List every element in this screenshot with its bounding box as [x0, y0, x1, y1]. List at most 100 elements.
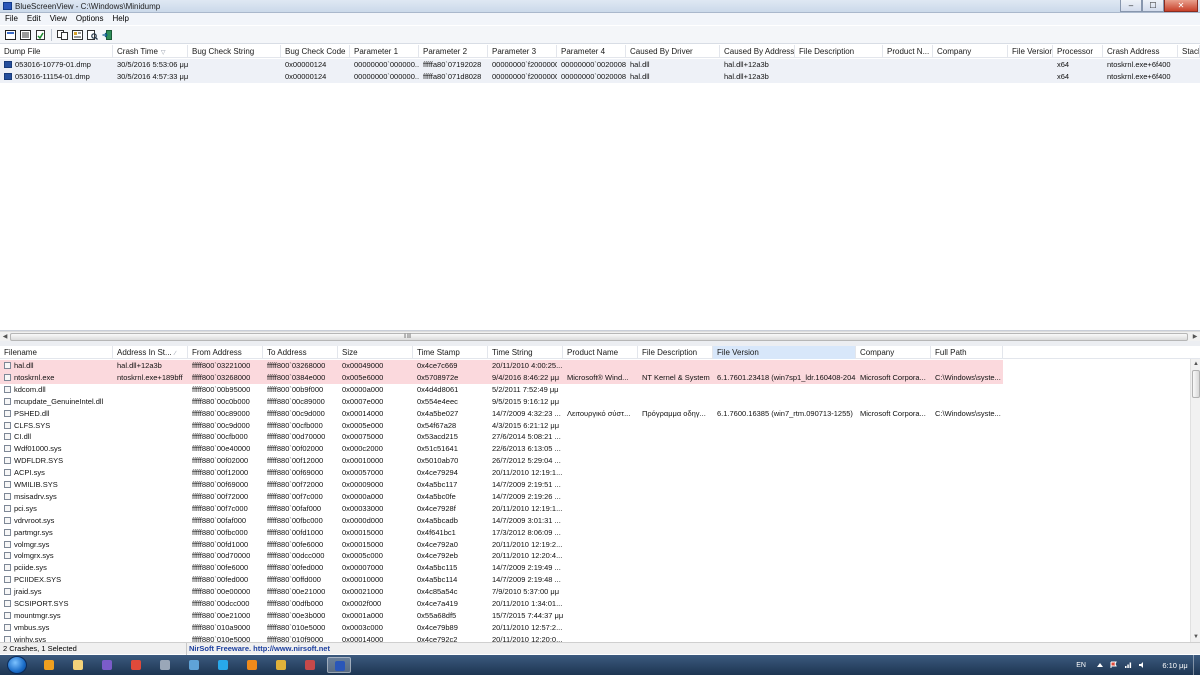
exit-icon[interactable] — [101, 29, 114, 41]
driver-row[interactable]: ntoskrnl.exe ntoskrnl.exe+189bff fffff800`… — [0, 371, 1003, 384]
menu-edit[interactable]: Edit — [22, 13, 45, 25]
column-header[interactable]: Caused By Address — [720, 45, 795, 58]
driver-row[interactable]: kdcom.dll fffff800`00b95000 fffff800`00b9f… — [0, 384, 1003, 396]
column-header[interactable]: Address In St... ∕ — [113, 346, 188, 359]
taskbar-app[interactable] — [153, 657, 177, 673]
column-header[interactable]: Processor — [1053, 45, 1103, 58]
driver-row[interactable]: hal.dll hal.dll+12a3b fffff800`03221000 fff… — [0, 360, 1003, 372]
column-header[interactable]: Company — [856, 346, 931, 359]
column-header[interactable]: Size — [338, 346, 413, 359]
driver-row[interactable]: mountmgr.sys fffff880`00e21000 fffff880`00… — [0, 610, 1003, 622]
taskbar-app[interactable] — [240, 657, 264, 673]
column-header[interactable]: From Address — [188, 346, 263, 359]
column-header[interactable]: Parameter 1 — [350, 45, 419, 58]
menu-options[interactable]: Options — [71, 13, 108, 25]
driver-row[interactable]: partmgr.sys fffff880`00fbc000 fffff880`00f… — [0, 527, 1003, 539]
taskbar-app[interactable] — [211, 657, 235, 673]
column-header[interactable]: Parameter 4 — [557, 45, 626, 58]
taskbar-app[interactable] — [327, 657, 351, 673]
column-header[interactable]: Product N... — [883, 45, 933, 58]
vertical-scrollbar[interactable]: ▲ ▼ — [1190, 359, 1200, 642]
driver-row[interactable]: vmbus.sys fffff880`010a9000 fffff880`010e5… — [0, 622, 1003, 634]
report-icon[interactable] — [71, 29, 84, 41]
crash-row[interactable]: 053016-10779-01.dmp 30/5/2016 5:53:06 μμ 0… — [0, 59, 1200, 71]
nirsoft-link[interactable]: NirSoft Freeware. http://www.nirsoft.net — [189, 644, 330, 653]
column-header[interactable]: Time Stamp — [413, 346, 488, 359]
driver-row[interactable]: mcupdate_GenuineIntel.dll fffff880`00c0b0… — [0, 396, 1003, 408]
column-header[interactable]: Dump File — [0, 45, 113, 58]
column-header[interactable]: Full Path — [931, 346, 1003, 359]
driver-row[interactable]: vdrvroot.sys fffff880`00faf000 fffff880`00… — [0, 515, 1003, 527]
column-header[interactable]: Crash Time ▽ — [113, 45, 188, 58]
flag-icon[interactable] — [1110, 661, 1118, 669]
start-button[interactable] — [7, 656, 27, 674]
tray-arrow-icon[interactable] — [1096, 661, 1104, 669]
minimize-button[interactable]: ‒ — [1120, 0, 1142, 12]
column-header[interactable]: To Address — [263, 346, 338, 359]
maximize-button[interactable]: ☐ — [1142, 0, 1164, 12]
network-icon[interactable] — [1124, 661, 1132, 669]
menu-help[interactable]: Help — [107, 13, 132, 25]
refresh-icon[interactable] — [34, 29, 47, 41]
show-desktop-button[interactable] — [1193, 655, 1200, 675]
column-header[interactable]: File Version — [1008, 45, 1053, 58]
taskbar-app[interactable] — [124, 657, 148, 673]
column-header[interactable]: File Version — [713, 346, 856, 359]
copy-icon[interactable] — [56, 29, 69, 41]
taskbar-app[interactable] — [298, 657, 322, 673]
driver-row[interactable]: CLFS.SYS fffff880`00c9d000 fffff880`00cfb0… — [0, 420, 1003, 432]
column-header[interactable]: Crash Address — [1103, 45, 1178, 58]
column-header[interactable]: File Description — [638, 346, 713, 359]
column-header[interactable]: Stack — [1178, 45, 1200, 58]
driver-row[interactable]: WMILIB.SYS fffff880`00f69000 fffff880`00f7… — [0, 479, 1003, 491]
close-button[interactable]: ✕ — [1164, 0, 1198, 12]
cell-text: mountmgr.sys — [14, 610, 61, 620]
driver-row[interactable]: volmgrx.sys fffff880`00d70000 fffff880`00d… — [0, 550, 1003, 562]
taskbar-app[interactable] — [66, 657, 90, 673]
column-header[interactable]: Time String — [488, 346, 563, 359]
driver-row[interactable]: winhv.sys fffff880`010e5000 fffff880`010f9… — [0, 634, 1003, 642]
driver-row[interactable]: SCSIPORT.SYS fffff880`00dcc000 fffff880`00… — [0, 598, 1003, 610]
driver-list[interactable]: Filename Address In St... ∕ From Address To … — [0, 346, 1200, 642]
taskbar-app[interactable] — [95, 657, 119, 673]
column-header[interactable]: Filename — [0, 346, 113, 359]
clock[interactable]: 6:10 μμ — [1158, 661, 1192, 670]
crash-row[interactable]: 053016-11154-01.dmp 30/5/2016 4:57:33 μμ 0… — [0, 71, 1200, 83]
language-indicator[interactable]: EN — [1076, 662, 1086, 669]
column-header[interactable]: Caused By Driver — [626, 45, 720, 58]
column-header-label: Time String — [492, 348, 533, 357]
horizontal-scrollbar[interactable]: ◀ ‖‖‖ ▶ — [0, 331, 1200, 341]
column-header[interactable]: File Description — [795, 45, 883, 58]
column-header[interactable]: Company — [933, 45, 1008, 58]
driver-row[interactable]: ACPI.sys fffff880`00f12000 fffff880`00f690… — [0, 467, 1003, 479]
taskbar-app[interactable] — [269, 657, 293, 673]
taskbar-app[interactable] — [37, 657, 61, 673]
taskbar-app[interactable] — [182, 657, 206, 673]
menu-view[interactable]: View — [45, 13, 71, 25]
driver-row[interactable]: PSHED.dll fffff880`00c89000 fffff880`00c9d… — [0, 408, 1003, 420]
driver-row[interactable]: pciide.sys fffff880`00fe6000 fffff880`00fe… — [0, 562, 1003, 574]
column-header[interactable]: Product Name — [563, 346, 638, 359]
driver-row[interactable]: CI.dll fffff880`00cfb000 fffff880`00d70000… — [0, 431, 1003, 443]
crash-list[interactable]: Dump File Crash Time ▽ Bug Check String Bug … — [0, 45, 1200, 331]
column-header[interactable]: Parameter 2 — [419, 45, 488, 58]
driver-row[interactable]: WDFLDR.SYS fffff880`00f02000 fffff880`00f1… — [0, 455, 1003, 467]
driver-row[interactable]: pci.sys fffff880`00f7c000 fffff880`00faf00… — [0, 503, 1003, 515]
search-icon[interactable] — [86, 29, 99, 41]
scroll-down-icon[interactable]: ▼ — [1191, 632, 1200, 642]
scrollbar-thumb[interactable] — [10, 333, 1188, 341]
driver-row[interactable]: PCIIDEX.SYS fffff880`00fed000 fffff880`00f… — [0, 574, 1003, 586]
driver-row[interactable]: jraid.sys fffff880`00e00000 fffff880`00e21… — [0, 586, 1003, 598]
column-header[interactable]: Bug Check Code — [281, 45, 350, 58]
column-header[interactable]: Parameter 3 — [488, 45, 557, 58]
driver-row[interactable]: msisadrv.sys fffff880`00f72000 fffff880`00… — [0, 491, 1003, 503]
volume-icon[interactable] — [1138, 661, 1146, 669]
driver-row[interactable]: volmgr.sys fffff880`00fd1000 fffff880`00fe… — [0, 539, 1003, 551]
menu-file[interactable]: File — [0, 13, 22, 25]
scroll-up-icon[interactable]: ▲ — [1191, 359, 1200, 369]
column-header[interactable]: Bug Check String — [188, 45, 281, 58]
save-icon[interactable] — [4, 29, 17, 41]
scrollbar-thumb[interactable] — [1192, 370, 1200, 398]
driver-row[interactable]: Wdf01000.sys fffff880`00e40000 fffff880`00… — [0, 443, 1003, 455]
properties-icon[interactable] — [19, 29, 32, 41]
